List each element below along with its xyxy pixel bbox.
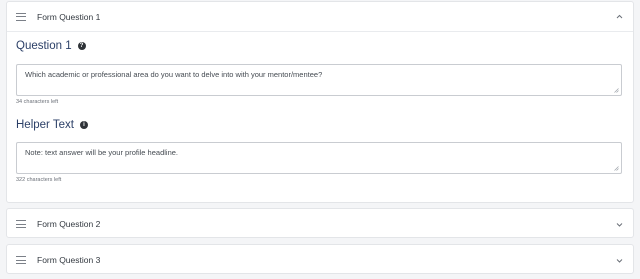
resize-handle-icon[interactable]: [614, 88, 619, 93]
form-question-panel-2: Form Question 2: [6, 208, 634, 238]
chevron-up-icon[interactable]: [615, 13, 623, 21]
panel-header-3[interactable]: Form Question 3: [7, 245, 633, 275]
form-question-panel-1: Form Question 1 Question 1 ? Which acade…: [6, 1, 634, 203]
helper-textarea-value: Note: text answer will be your profile h…: [25, 148, 178, 157]
question-label-row: Question 1 ?: [16, 39, 633, 53]
helper-textarea[interactable]: Note: text answer will be your profile h…: [16, 142, 622, 174]
drag-handle-icon[interactable]: [16, 220, 26, 228]
drag-handle-icon[interactable]: [16, 12, 26, 21]
panel-header-2[interactable]: Form Question 2: [7, 209, 633, 239]
question-char-count: 34 characters left: [16, 99, 59, 105]
panel-body-1: Question 1 ? Which academic or professio…: [7, 39, 633, 183]
panel-title: Form Question 2: [37, 219, 101, 229]
drag-handle-icon[interactable]: [16, 256, 26, 264]
question-circle-icon[interactable]: ?: [77, 42, 86, 50]
form-questions-container: Form Question 1 Question 1 ? Which acade…: [0, 0, 640, 279]
chevron-down-icon[interactable]: [615, 256, 623, 264]
form-question-panel-3: Form Question 3: [6, 244, 634, 274]
panel-title: Form Question 3: [37, 255, 101, 265]
question-textarea-value: Which academic or professional area do y…: [25, 70, 323, 79]
question-textarea[interactable]: Which academic or professional area do y…: [16, 64, 622, 96]
helper-char-count: 322 characters left: [16, 177, 62, 183]
question-label: Question 1: [16, 40, 72, 52]
chevron-down-icon[interactable]: [615, 220, 623, 228]
info-circle-icon[interactable]: i: [79, 121, 88, 129]
resize-handle-icon[interactable]: [614, 166, 619, 171]
helper-label-row: Helper Text i: [16, 118, 633, 132]
panel-header-1[interactable]: Form Question 1: [7, 2, 633, 32]
helper-label: Helper Text: [16, 119, 74, 131]
panel-title: Form Question 1: [37, 11, 101, 22]
